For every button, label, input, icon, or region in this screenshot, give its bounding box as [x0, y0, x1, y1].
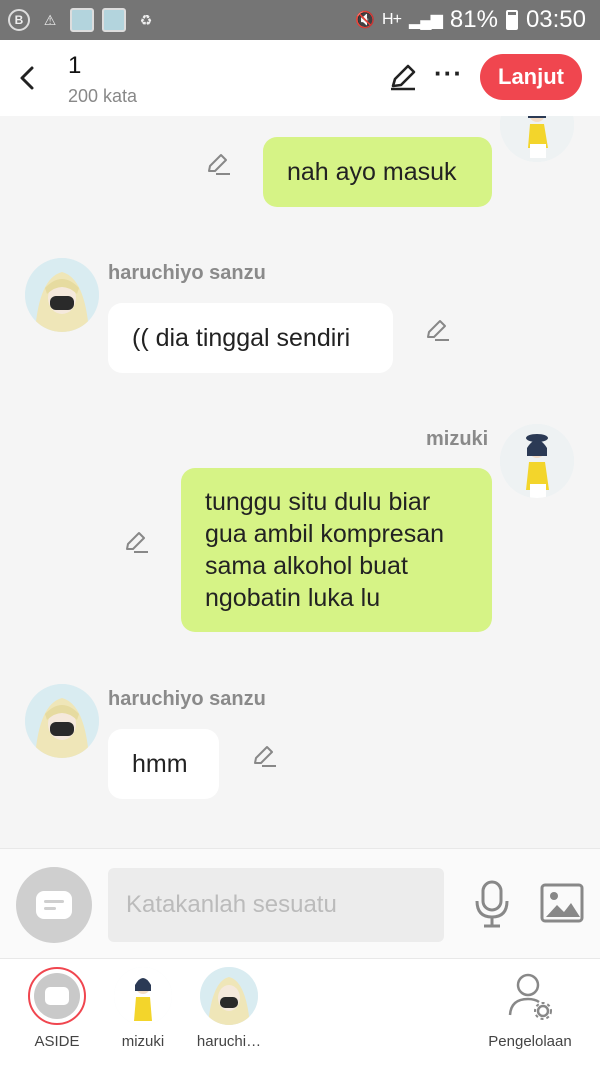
next-button[interactable]: Lanjut: [480, 54, 582, 100]
aside-chat-icon: [28, 967, 86, 1025]
nav-label: haruchi…: [196, 1033, 262, 1050]
edit-message-icon[interactable]: [250, 742, 278, 770]
warning-icon: ⚠: [43, 11, 57, 28]
message-text-line: tunggu situ dulu biar: [205, 488, 431, 516]
battery-percent: 81%: [449, 6, 498, 33]
chat-area: nah ayo masuk haruchiyo sanzu (( dia tin…: [0, 116, 600, 848]
b-notification-icon: B: [8, 9, 30, 31]
signal-icon: ▂▄▆: [408, 12, 443, 29]
microphone-icon[interactable]: [470, 879, 514, 929]
sender-name: mizuki: [426, 428, 489, 450]
edit-pencil-icon[interactable]: [388, 62, 418, 92]
header: 1 200 kata ··· Lanjut: [0, 40, 600, 116]
status-system-icons: 🔇 H+ ▂▄▆ 81% 03:50: [355, 6, 586, 34]
mute-icon: 🔇: [355, 12, 375, 29]
message-text-line: gua ambil kompresan: [205, 520, 445, 548]
user-settings-icon: [508, 973, 552, 1020]
nav-aside[interactable]: ASIDE: [26, 967, 88, 1050]
haruchiyo-avatar[interactable]: [25, 258, 99, 332]
battery-icon: [505, 10, 518, 30]
more-options-icon[interactable]: ···: [434, 58, 463, 89]
message-input[interactable]: [108, 868, 444, 942]
mizuki-avatar[interactable]: [500, 116, 574, 162]
message-text: nah ayo masuk: [287, 158, 457, 186]
mizuki-avatar[interactable]: [500, 424, 574, 498]
bottom-navigation: ASIDE mizuki haruchi… Pengelolaan: [0, 958, 600, 1067]
message-input-bar: [0, 848, 600, 958]
nav-haruchiyo[interactable]: haruchi…: [196, 967, 262, 1050]
nav-mizuki[interactable]: mizuki: [112, 967, 174, 1050]
edit-message-icon[interactable]: [423, 316, 451, 344]
status-bar: B ⚠ ♻ 🔇 H+ ▂▄▆ 81% 03:50: [0, 0, 600, 40]
clock: 03:50: [525, 6, 586, 33]
app-notification-icon: [102, 8, 126, 32]
message-text-line: sama alkohol buat: [205, 552, 408, 580]
message-text-line: ngobatin luka lu: [205, 584, 381, 612]
message-text: hmm: [132, 750, 188, 778]
message-text: (( dia tinggal sendiri: [132, 324, 351, 352]
message-bubble[interactable]: tunggu situ dulu biar gua ambil kompresa…: [181, 468, 492, 632]
aside-button[interactable]: [16, 867, 92, 943]
haruchiyo-avatar[interactable]: [25, 684, 99, 758]
message-bubble[interactable]: hmm: [108, 729, 219, 799]
network-type: H+: [382, 11, 402, 28]
sender-name: haruchiyo sanzu: [108, 688, 266, 710]
message-bubble[interactable]: (( dia tinggal sendiri: [108, 303, 393, 373]
image-icon[interactable]: [540, 883, 584, 923]
edit-message-icon[interactable]: [122, 528, 150, 556]
word-count: 200 kata: [68, 86, 138, 106]
mizuki-avatar: [114, 967, 172, 1025]
chat-bubble-icon: [36, 891, 72, 919]
sender-name: haruchiyo sanzu: [108, 262, 266, 284]
nav-management[interactable]: Pengelolaan: [484, 967, 576, 1050]
edit-message-icon[interactable]: [204, 150, 232, 178]
story-title: 1: [68, 52, 82, 79]
nav-label: Pengelolaan: [488, 1033, 572, 1050]
nav-label: mizuki: [121, 1033, 165, 1050]
haruchiyo-avatar: [200, 967, 258, 1025]
app-notification-icon: [70, 8, 94, 32]
recycle-icon: ♻: [139, 11, 153, 28]
message-bubble[interactable]: nah ayo masuk: [263, 137, 492, 207]
status-notification-icons: B ⚠ ♻: [8, 8, 158, 32]
nav-label: ASIDE: [34, 1033, 80, 1050]
back-arrow-icon[interactable]: [14, 62, 42, 94]
